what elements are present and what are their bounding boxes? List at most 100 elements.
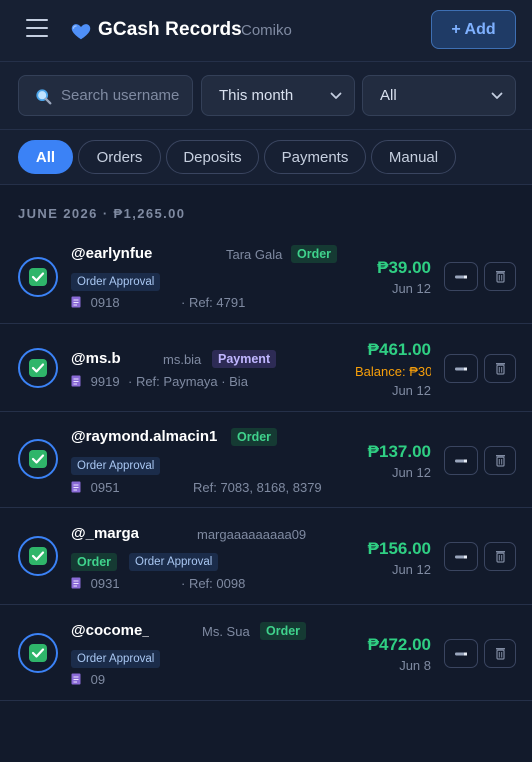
check-icon [31,648,45,658]
select-checkbox[interactable] [18,257,58,297]
trash-icon [495,648,505,660]
record-phone: 0951 [90,480,120,495]
app-title: GCash Records [98,19,242,40]
delete-button[interactable] [484,262,516,291]
trash-icon [495,455,505,467]
check-icon [31,551,45,561]
type-badge: Payment [212,350,277,368]
tab-manual[interactable]: Manual [371,140,456,174]
edit-button[interactable] [444,542,478,571]
delete-button[interactable] [484,542,516,571]
record-row[interactable]: @cocome_ Ms. Sua Order Order Approval 09… [0,605,532,701]
receipt-icon [71,296,81,308]
receipt-icon [71,673,81,685]
record-meta: 09 [71,672,105,687]
record-amount: ₱156.00 [367,539,431,558]
category-tabs: All Orders Deposits Payments Manual [0,130,532,185]
edit-button[interactable] [444,354,478,383]
delete-button[interactable] [484,446,516,475]
record-ref: · Ref: Paymaya · Bia [128,374,248,389]
receipt-icon [71,577,81,589]
approval-badge: Order Approval [71,650,161,668]
check-icon [31,454,45,464]
chevron-down-icon [330,92,342,99]
edit-button[interactable] [444,262,478,291]
tab-orders[interactable]: Orders [78,140,161,174]
record-amount: ₱472.00 [367,635,431,654]
trash-icon [495,551,505,563]
record-username: @cocome_ [71,622,149,639]
tab-payments[interactable]: Payments [264,140,366,174]
record-phone: 9919 [90,374,120,389]
tab-all[interactable]: All [18,140,73,174]
type-badge: Order [260,622,307,640]
record-amount: ₱39.00 [377,258,431,277]
record-name: Tara Gala [226,247,283,262]
record-amount: ₱461.00 [367,340,431,359]
record-meta: 0931 [71,576,120,591]
record-phone: 0918 [90,295,120,310]
delete-button[interactable] [484,354,516,383]
select-checkbox[interactable] [18,439,58,479]
record-ref: · Ref: 0098 [181,576,246,591]
add-record-button[interactable]: + Add [431,10,516,49]
select-checkbox[interactable] [18,348,58,388]
record-row[interactable]: @earlynfue Tara Gala Order Order Approva… [0,229,532,324]
record-name: margaaaaaaaaa09 [197,527,307,542]
record-meta: 0918 [71,295,120,310]
trash-icon [495,271,505,283]
select-checkbox[interactable] [18,536,58,576]
hamburger-menu-icon[interactable] [26,19,48,39]
record-row[interactable]: @ms.b ms.bia Payment 9919 · Ref: Paymaya… [0,324,532,412]
record-username: @ms.b [71,350,121,367]
type-badge: Order [231,428,278,446]
record-meta: 0951 [71,480,120,495]
search-box[interactable] [18,75,193,116]
record-row[interactable]: @_marga margaaaaaaaaa09 Order Order Appr… [0,508,532,605]
blue-heart-icon [71,24,91,40]
period-select[interactable]: This month [201,75,355,116]
type-select-value: All [380,87,397,104]
record-balance: Balance: ₱30 [355,364,431,379]
record-date: Jun 8 [399,658,431,673]
record-username: @earlynfue [71,245,153,262]
period-select-value: This month [219,87,294,104]
edit-icon [455,652,467,655]
record-meta: 9919 [71,374,120,389]
edit-button[interactable] [444,446,478,475]
filter-bar: This month All [0,62,532,130]
record-name: Ms. Sua [202,624,250,639]
search-icon [36,89,52,105]
check-icon [31,363,45,373]
record-phone: 09 [90,672,106,687]
app-header: GCash Records Comiko + Add [0,0,532,62]
account-name: Comiko [241,22,292,39]
record-date: Jun 12 [391,281,431,296]
edit-button[interactable] [444,639,478,668]
delete-button[interactable] [484,639,516,668]
edit-icon [455,275,467,278]
edit-icon [455,367,467,370]
select-checkbox[interactable] [18,633,58,673]
record-name: ms.bia [163,352,202,367]
edit-icon [455,459,467,462]
record-ref: Ref: 7083, 8168, 8379 [193,480,322,495]
record-row[interactable]: @raymond.almacin1 Order Order Approval 0… [0,412,532,508]
approval-badge: Order Approval [129,553,219,571]
chevron-down-icon [491,92,503,99]
search-input[interactable] [61,76,189,115]
tab-deposits[interactable]: Deposits [166,140,259,174]
record-date: Jun 12 [391,383,431,398]
record-phone: 0931 [90,576,120,591]
record-username: @_marga [71,525,139,542]
record-amount: ₱137.00 [367,442,431,461]
type-badge: Order [291,245,338,263]
type-select[interactable]: All [362,75,516,116]
receipt-icon [71,481,81,493]
record-date: Jun 12 [391,562,431,577]
type-badge: Order [71,553,118,571]
approval-badge: Order Approval [71,457,161,475]
check-icon [31,272,45,282]
trash-icon [495,363,505,375]
edit-icon [455,555,467,558]
